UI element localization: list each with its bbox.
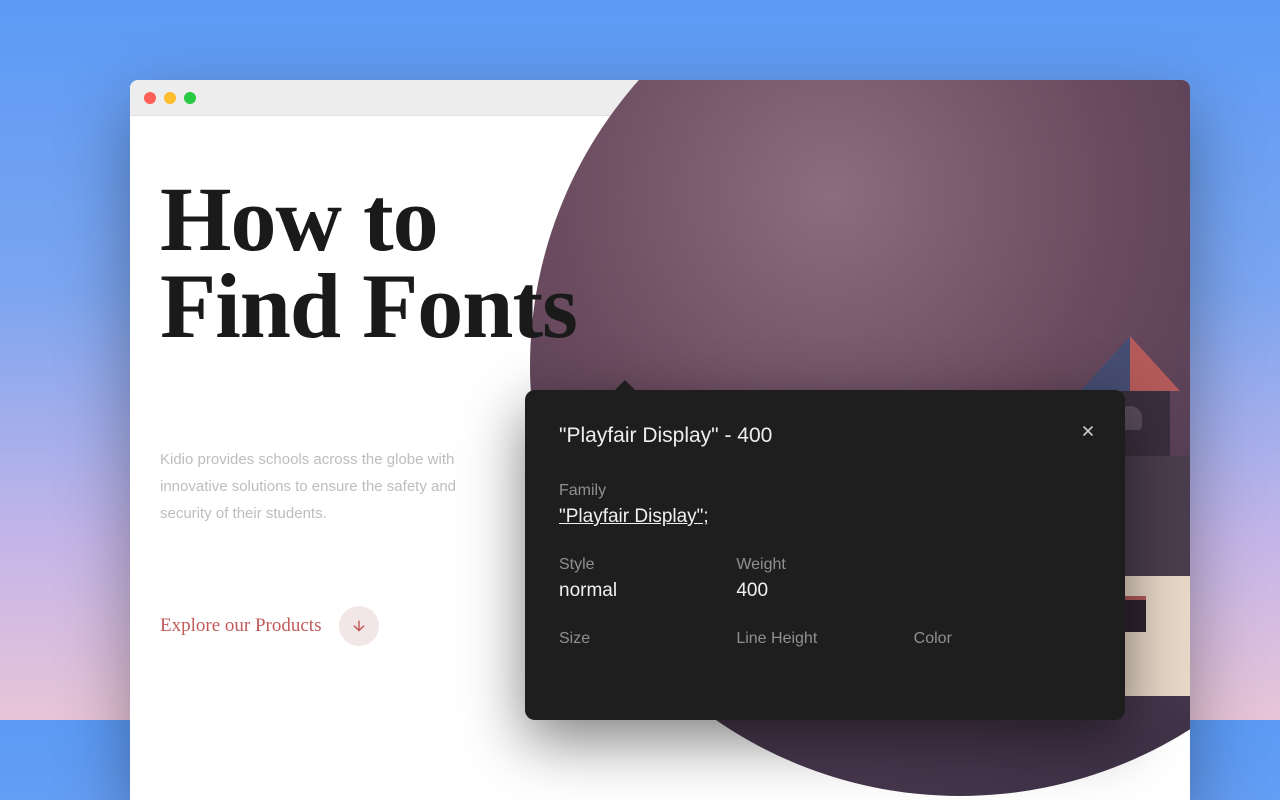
line-height-label: Line Height xyxy=(736,630,913,648)
font-inspector-panel: "Playfair Display" - 400 Family "Playfai… xyxy=(525,390,1125,720)
inspector-title: "Playfair Display" - 400 xyxy=(559,424,1091,448)
close-panel-button[interactable] xyxy=(1077,420,1099,442)
arrow-down-icon xyxy=(339,606,379,646)
cta-label: Explore our Products xyxy=(160,615,321,637)
size-field: Size xyxy=(559,630,736,654)
weight-field: Weight 400 xyxy=(736,556,913,602)
family-label: Family xyxy=(559,482,1091,500)
minimize-window-button[interactable] xyxy=(164,92,176,104)
explore-products-link[interactable]: Explore our Products xyxy=(160,606,379,646)
size-label: Size xyxy=(559,630,736,648)
family-field: Family "Playfair Display"; xyxy=(559,482,1091,528)
color-label: Color xyxy=(914,630,1091,648)
page-subtext: Kidio provides schools across the globe … xyxy=(160,446,500,527)
style-label: Style xyxy=(559,556,736,574)
family-value[interactable]: "Playfair Display"; xyxy=(559,506,1091,528)
traffic-lights xyxy=(144,92,196,104)
close-window-button[interactable] xyxy=(144,92,156,104)
maximize-window-button[interactable] xyxy=(184,92,196,104)
weight-label: Weight xyxy=(736,556,913,574)
weight-value: 400 xyxy=(736,580,913,602)
page-heading: How to Find Fonts xyxy=(160,176,577,351)
style-field: Style normal xyxy=(559,556,736,602)
style-value: normal xyxy=(559,580,736,602)
line-height-field: Line Height xyxy=(736,630,913,654)
color-field: Color xyxy=(914,630,1091,654)
